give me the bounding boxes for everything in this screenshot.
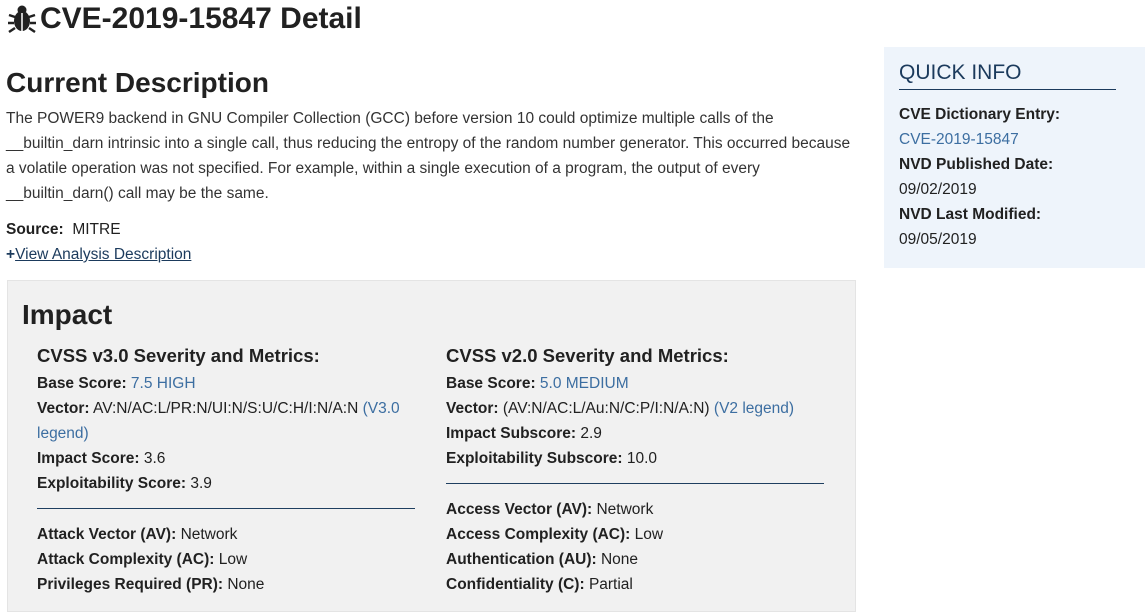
v2-metric-row: Access Vector (AV): Network <box>446 497 826 522</box>
v3-legend-close: ) <box>83 425 89 442</box>
source-value: MITRE <box>72 221 121 238</box>
v2-base-score: Base Score: 5.0 MEDIUM <box>446 371 826 396</box>
description-text: The POWER9 backend in GNU Compiler Colle… <box>6 110 851 202</box>
quick-info-list: CVE Dictionary Entry: CVE-2019-15847 NVD… <box>899 102 1060 252</box>
quick-info-heading: QUICK INFO <box>899 59 1116 90</box>
v2-metric-row: Authentication (AU): None <box>446 547 826 572</box>
v3-metric-label: Privileges Required (PR): <box>37 576 224 593</box>
v3-vector: Vector: AV:N/AC:L/PR:N/UI:N/S:U/C:H/I:N/… <box>37 396 417 446</box>
v3-impact-score-value: 3.6 <box>143 450 166 467</box>
impact-heading: Impact <box>22 299 113 330</box>
v2-legend-link[interactable]: V2 legend <box>719 400 789 417</box>
v2-metric-label: Confidentiality (C): <box>446 576 585 593</box>
v3-impact-score: Impact Score: 3.6 <box>37 446 417 471</box>
impact-panel: Impact CVSS v3.0 Severity and Metrics: B… <box>7 280 856 612</box>
v3-metric-row: Attack Complexity (AC): Low <box>37 547 417 572</box>
v3-base-score-link[interactable]: 7.5 HIGH <box>131 375 196 392</box>
published-date-label: NVD Published Date: <box>899 156 1054 173</box>
source-label: Source: <box>6 221 64 238</box>
v2-impact-subscore: Impact Subscore: 2.9 <box>446 421 826 446</box>
v2-vector: Vector: (AV:N/AC:L/Au:N/C:P/I:N/A:N) (V2… <box>446 396 826 421</box>
page-title: CVE-2019-15847 Detail <box>6 0 362 38</box>
source-line: Source: MITRE <box>6 219 121 241</box>
cvss-v2-title: CVSS v2.0 Severity and Metrics: <box>446 345 729 366</box>
v2-base-score-label: Base Score: <box>446 375 536 392</box>
v2-base-score-link[interactable]: 5.0 MEDIUM <box>540 375 629 392</box>
v2-metric-row: Confidentiality (C): Partial <box>446 572 826 597</box>
cvss-v3-section: CVSS v3.0 Severity and Metrics: Base Sco… <box>37 344 417 597</box>
v2-legend-close: ) <box>788 400 795 417</box>
v3-metric-value: Low <box>218 551 248 568</box>
v2-vector-value: (AV:N/AC:L/Au:N/C:P/I:N/A:N) <box>502 400 710 417</box>
last-modified-label: NVD Last Modified: <box>899 206 1042 223</box>
v2-metric-value: Low <box>634 526 664 543</box>
v2-metric-value: Network <box>596 501 654 518</box>
v3-metric-label: Attack Vector (AV): <box>37 526 177 543</box>
v3-metric-value: None <box>227 576 265 593</box>
v2-metric-value: None <box>600 551 639 568</box>
v3-metric-row: Attack Vector (AV): Network <box>37 522 417 547</box>
v3-exploitability-score: Exploitability Score: 3.9 <box>37 471 417 496</box>
last-modified-value: 09/05/2019 <box>899 231 977 248</box>
v2-exploitability-value: 10.0 <box>626 450 658 467</box>
v3-vector-label: Vector: <box>37 400 90 417</box>
v3-exploitability-value: 3.9 <box>190 475 212 492</box>
v3-impact-score-label: Impact Score: <box>37 450 140 467</box>
v2-divider <box>446 483 824 484</box>
v2-metric-label: Access Complexity (AC): <box>446 526 631 543</box>
view-analysis-toggle[interactable]: +View Analysis Description <box>6 244 191 266</box>
view-analysis-link[interactable]: View Analysis Description <box>15 246 191 263</box>
v3-metric-label: Attack Complexity (AC): <box>37 551 215 568</box>
current-description-heading: Current Description <box>6 67 269 98</box>
v3-exploitability-label: Exploitability Score: <box>37 475 187 492</box>
v2-metric-value: Partial <box>588 576 633 593</box>
v3-base-score-label: Base Score: <box>37 375 127 392</box>
v2-metric-label: Authentication (AU): <box>446 551 597 568</box>
dictionary-entry-label: CVE Dictionary Entry: <box>899 106 1061 123</box>
quick-info-panel: QUICK INFO CVE Dictionary Entry: CVE-201… <box>884 47 1145 268</box>
v2-metric-label: Access Vector (AV): <box>446 501 593 518</box>
v2-vector-label: Vector: <box>446 400 499 417</box>
v2-exploitability-label: Exploitability Subscore: <box>446 450 623 467</box>
plus-icon: + <box>6 246 16 263</box>
cvss-v2-section: CVSS v2.0 Severity and Metrics: Base Sco… <box>446 344 826 597</box>
v2-impact-label: Impact Subscore: <box>446 425 577 442</box>
v2-exploitability-subscore: Exploitability Subscore: 10.0 <box>446 446 826 471</box>
v3-base-score: Base Score: 7.5 HIGH <box>37 371 417 396</box>
v3-metric-value: Network <box>180 526 238 543</box>
v2-metric-row: Access Complexity (AC): Low <box>446 522 826 547</box>
page-title-text: CVE-2019-15847 Detail <box>40 2 362 35</box>
cvss-v3-title: CVSS v3.0 Severity and Metrics: <box>37 345 320 366</box>
v3-metric-row: Privileges Required (PR): None <box>37 572 417 597</box>
v3-divider <box>37 508 415 509</box>
bug-icon <box>8 5 36 34</box>
published-date-value: 09/02/2019 <box>899 181 977 198</box>
v3-vector-value: AV:N/AC:L/PR:N/UI:N/S:U/C:H/I:N/A:N <box>93 400 359 417</box>
dictionary-entry-link[interactable]: CVE-2019-15847 <box>899 127 1060 152</box>
v2-impact-value: 2.9 <box>580 425 602 442</box>
